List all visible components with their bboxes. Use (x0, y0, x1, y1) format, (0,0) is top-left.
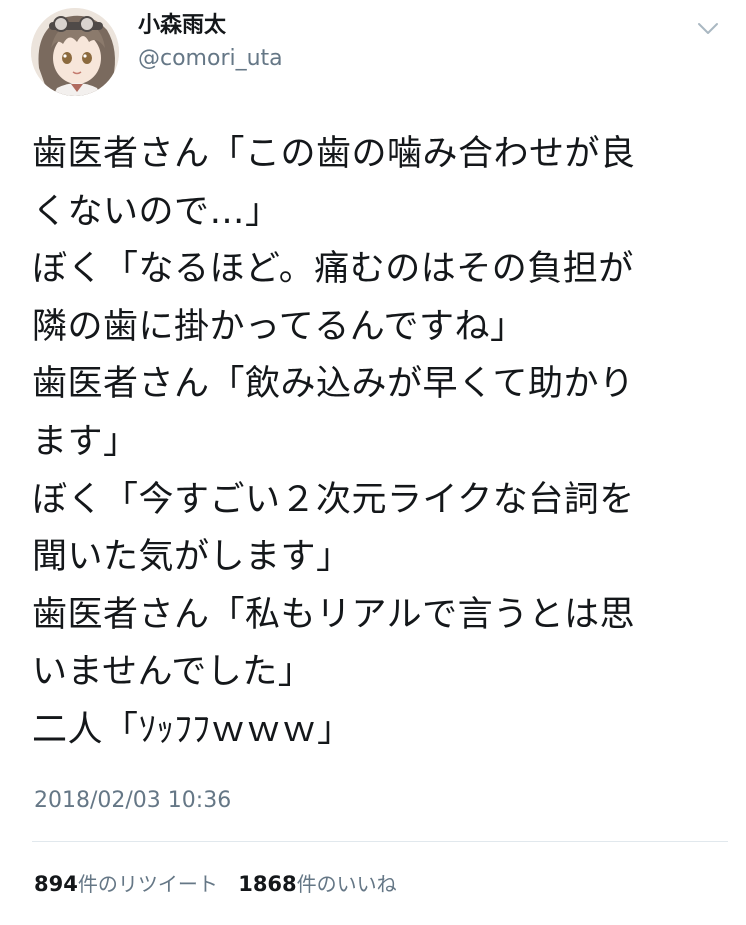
tweet-line: いませんでした」 (32, 652, 314, 693)
like-label: 件のいいね (296, 872, 397, 896)
author-handle[interactable]: @comori_uta (138, 44, 283, 74)
chevron-down-icon[interactable] (696, 16, 720, 40)
tweet-line: ぼく「今すごい２次元ライクな台詞を (32, 479, 635, 520)
tweet-stats: 894件のリツイート 1868件のいいね (34, 868, 397, 900)
divider (32, 841, 728, 842)
tweet-line: 歯医者さん「私もリアルで言うとは思 (32, 594, 636, 635)
author-display-name[interactable]: 小森雨太 (138, 10, 226, 42)
retweet-count: 894 (34, 872, 78, 896)
tweet-line: 歯医者さん「飲み込みが早くて助かり (32, 364, 635, 405)
tweet-line: 歯医者さん「この歯の噛み合わせが良 (32, 134, 636, 174)
tweet-detail: 小森雨太 @comori_uta 歯医者さん「この歯の噛み合わせが良 くないので… (0, 0, 746, 925)
tweet-line: 聞いた気がします」 (32, 537, 352, 578)
tweet-line: ます」 (32, 421, 139, 462)
like-count-link[interactable]: 1868件のいいね (238, 872, 396, 896)
tweet-line: くないので…」 (32, 191, 281, 232)
retweet-count-link[interactable]: 894件のリツイート (34, 872, 218, 896)
anime-character-avatar (31, 8, 119, 96)
retweet-label: 件のリツイート (77, 872, 218, 896)
tweet-timestamp[interactable]: 2018/02/03 10:36 (34, 785, 231, 817)
tweet-line: 隣の歯に掛かってるんですね」 (32, 306, 526, 347)
tweet-line: ぼく「なるほど。痛むのはその負担が (32, 249, 634, 290)
tweet-text: 歯医者さん「この歯の噛み合わせが良 くないので…」 ぼく「なるほど。痛むのはその… (32, 126, 722, 760)
tweet-line: 二人「ｿｯﾌﾌｗｗｗ」 (32, 709, 353, 750)
avatar[interactable] (31, 8, 119, 96)
like-count: 1868 (238, 872, 297, 896)
